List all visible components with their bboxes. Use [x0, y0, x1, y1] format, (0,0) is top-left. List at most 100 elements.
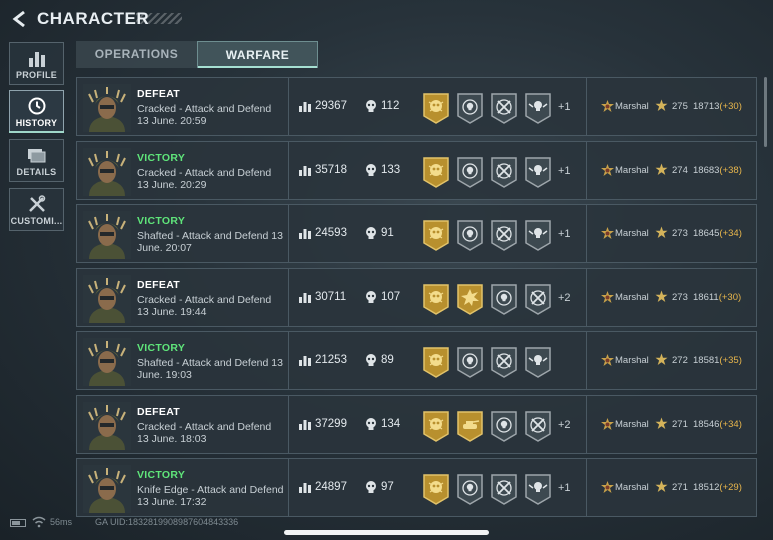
divider [586, 395, 587, 453]
match-result: DEFEAT [137, 88, 181, 100]
tab-operations[interactable]: OPERATIONS [76, 41, 197, 68]
scrollbar[interactable] [764, 77, 767, 147]
gray-skull-target-badge[interactable] [456, 92, 484, 124]
xp-total: 18645(+34) [693, 228, 742, 239]
xp-value: 18645 [693, 228, 720, 239]
match-result: DEFEAT [137, 405, 181, 418]
sidebar-item-profile[interactable]: PROFILE [9, 42, 64, 85]
star-icon [655, 480, 668, 492]
gray-crossed-rifles-badge[interactable] [490, 346, 518, 378]
rank-name: Marshal [615, 101, 649, 112]
sidebar-item-details[interactable]: DETAILS [9, 139, 64, 182]
player-level: 275 [672, 101, 688, 112]
match-kills: 112 [381, 100, 400, 112]
gray-skull-target-badge[interactable] [490, 283, 518, 315]
gray-crossed-rifles-badge[interactable] [524, 410, 552, 442]
match-score: 24897 [315, 481, 347, 493]
gold-skull-badge[interactable] [422, 473, 450, 505]
gray-skull-target-badge[interactable] [456, 156, 484, 188]
gray-skull-wings-badge[interactable] [524, 92, 552, 124]
divider [288, 268, 289, 326]
gray-skull-target-badge[interactable] [456, 219, 484, 251]
match-row[interactable]: DEFEAT Cracked - Attack and Defend 13 Jun… [76, 77, 757, 136]
gray-skull-wings-badge[interactable] [524, 219, 552, 251]
tab-warfare[interactable]: WARFARE [197, 41, 318, 68]
xp-gain: (+30) [719, 101, 742, 112]
rank-insignia-icon [601, 227, 614, 239]
rank-name: Marshal [615, 418, 649, 430]
gray-crossed-rifles-badge[interactable] [490, 219, 518, 251]
gray-skull-target-badge[interactable] [456, 473, 484, 505]
gray-crossed-rifles-badge[interactable] [490, 156, 518, 188]
sidebar-item-customize[interactable]: CUSTOMI... [9, 188, 64, 231]
xp-gain: (+38) [719, 164, 742, 176]
avatar [83, 401, 131, 450]
gold-skull-badge[interactable] [422, 92, 450, 124]
gold-skull-badge[interactable] [422, 219, 450, 251]
divider [288, 141, 289, 199]
score-icon [299, 356, 311, 366]
match-row[interactable]: DEFEAT Cracked - Attack and Defend 13 Jun… [76, 394, 757, 454]
match-mode-name: Shafted - Attack and Defend [137, 230, 269, 242]
gray-crossed-rifles-badge[interactable] [490, 92, 518, 124]
match-time: 13 June. 19:44 [137, 305, 207, 318]
gold-skull-badge[interactable] [422, 346, 450, 378]
ping-text: 56ms [50, 517, 73, 527]
match-mode: Cracked - Attack and Defend 13 June. 20:… [137, 167, 285, 191]
skull-icon [366, 417, 376, 430]
gray-skull-wings-badge[interactable] [524, 473, 552, 505]
more-badges-count[interactable]: +2 [558, 419, 571, 431]
gray-crossed-rifles-badge[interactable] [524, 283, 552, 315]
sidebar-item-label: HISTORY [15, 118, 58, 128]
divider [586, 78, 587, 135]
match-score: 24593 [315, 227, 347, 239]
xp-total: 18683(+38) [693, 165, 742, 176]
score-icon [299, 292, 311, 303]
gold-skull-badge[interactable] [422, 283, 450, 315]
star-icon [655, 353, 668, 365]
footer: 56ms GA UID:1832819908987604843336 [0, 508, 773, 540]
home-indicator[interactable] [284, 530, 489, 535]
match-row[interactable]: VICTORY Shafted - Attack and Defend 13 Ju… [76, 331, 757, 390]
divider [288, 78, 289, 135]
match-mode-name: Shafted - Attack and Defend [137, 357, 269, 369]
sidebar-item-history[interactable]: HISTORY [9, 90, 64, 133]
skull-icon [366, 163, 376, 176]
skull-icon [366, 100, 376, 112]
more-badges-count[interactable]: +1 [558, 101, 571, 113]
match-mode: Shafted - Attack and Defend 13 June. 19:… [137, 357, 285, 381]
gold-tank-badge[interactable] [456, 410, 484, 442]
avatar [83, 338, 131, 386]
more-badges-count[interactable]: +1 [558, 482, 571, 494]
avatar [83, 84, 131, 132]
xp-value: 18683 [693, 164, 720, 176]
gray-crossed-rifles-badge[interactable] [490, 473, 518, 505]
match-mode: Cracked - Attack and Defend 13 June. 20:… [137, 103, 285, 127]
xp-value: 18512 [693, 482, 720, 493]
score-icon [299, 419, 311, 430]
more-badges-count[interactable]: +2 [558, 292, 571, 304]
xp-value: 18611 [693, 291, 719, 303]
clock-icon [28, 97, 45, 115]
match-mode-name: Cracked - Attack and Defend [137, 420, 272, 433]
gold-skull-badge[interactable] [422, 410, 450, 442]
avatar [83, 211, 131, 259]
gray-skull-wings-badge[interactable] [524, 346, 552, 378]
match-row[interactable]: DEFEAT Cracked - Attack and Defend 13 Jun… [76, 267, 757, 327]
more-badges-count[interactable]: +1 [558, 165, 571, 177]
gold-skull-badge[interactable] [422, 156, 450, 188]
match-kills: 91 [381, 227, 394, 239]
gray-skull-wings-badge[interactable] [524, 156, 552, 188]
gold-explosion-badge[interactable] [456, 283, 484, 315]
xp-gain: (+34) [719, 418, 742, 430]
match-row[interactable]: VICTORY Shafted - Attack and Defend 13 Ju… [76, 204, 757, 263]
match-score: 30711 [315, 290, 347, 303]
back-arrow-icon[interactable] [10, 9, 30, 29]
match-result: VICTORY [137, 342, 186, 354]
match-score: 35718 [315, 163, 347, 176]
match-row[interactable]: VICTORY Cracked - Attack and Defend 13 Ju… [76, 140, 757, 200]
match-result: VICTORY [137, 469, 186, 481]
more-badges-count[interactable]: +1 [558, 228, 571, 240]
gray-skull-target-badge[interactable] [456, 346, 484, 378]
gray-skull-target-badge[interactable] [490, 410, 518, 442]
